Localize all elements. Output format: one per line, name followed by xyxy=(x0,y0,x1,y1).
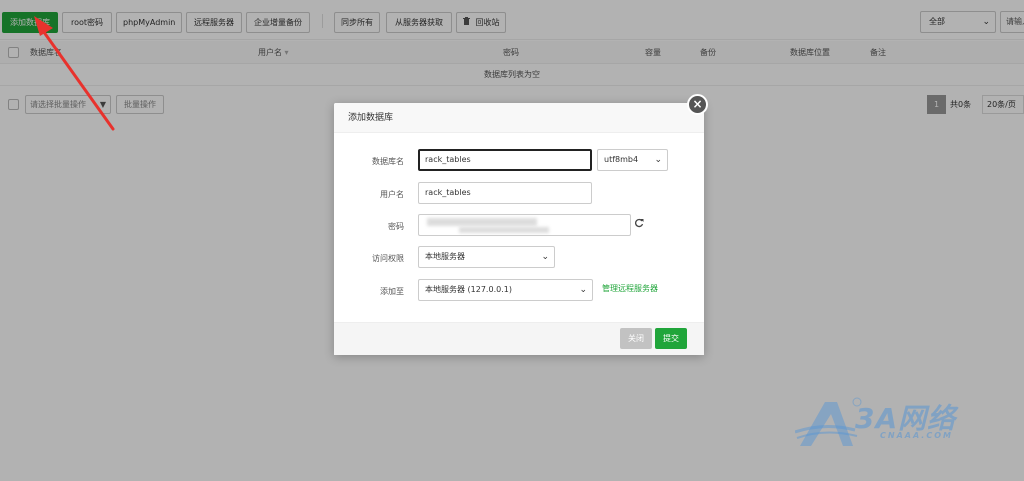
watermark-domain: CNAAA.COM xyxy=(880,431,953,440)
db-name-input[interactable]: rack_tables xyxy=(418,149,592,171)
chevron-down-icon: ⌄ xyxy=(541,252,549,262)
refresh-icon[interactable] xyxy=(634,218,644,231)
db-name-label: 数据库名 xyxy=(372,157,404,166)
access-select[interactable]: 本地服务器 ⌄ xyxy=(418,246,555,268)
charset-select[interactable]: utf8mb4 ⌄ xyxy=(597,149,668,171)
chevron-down-icon: ⌄ xyxy=(579,285,587,295)
access-select-value: 本地服务器 xyxy=(425,252,465,261)
add-to-label: 添加至 xyxy=(380,287,404,296)
password-label: 密码 xyxy=(388,222,404,231)
username-input[interactable]: rack_tables xyxy=(418,182,592,204)
submit-button[interactable]: 提交 xyxy=(655,328,687,349)
close-button[interactable]: 关闭 xyxy=(620,328,652,349)
close-icon[interactable]: × xyxy=(687,94,708,115)
add-to-select[interactable]: 本地服务器 (127.0.0.1) ⌄ xyxy=(418,279,593,301)
username-label: 用户名 xyxy=(380,190,404,199)
access-label: 访问权限 xyxy=(372,254,404,263)
dialog-title: 添加数据库 xyxy=(348,113,394,123)
password-input[interactable] xyxy=(418,214,631,236)
manage-remote-server-link[interactable]: 管理远程服务器 xyxy=(602,282,658,296)
dialog-header: 添加数据库 xyxy=(334,103,704,133)
charset-select-value: utf8mb4 xyxy=(604,155,639,164)
password-blur-2 xyxy=(459,227,549,233)
add-to-select-value: 本地服务器 (127.0.0.1) xyxy=(425,285,512,294)
password-blur-1 xyxy=(427,218,537,226)
chevron-down-icon: ⌄ xyxy=(654,155,662,165)
